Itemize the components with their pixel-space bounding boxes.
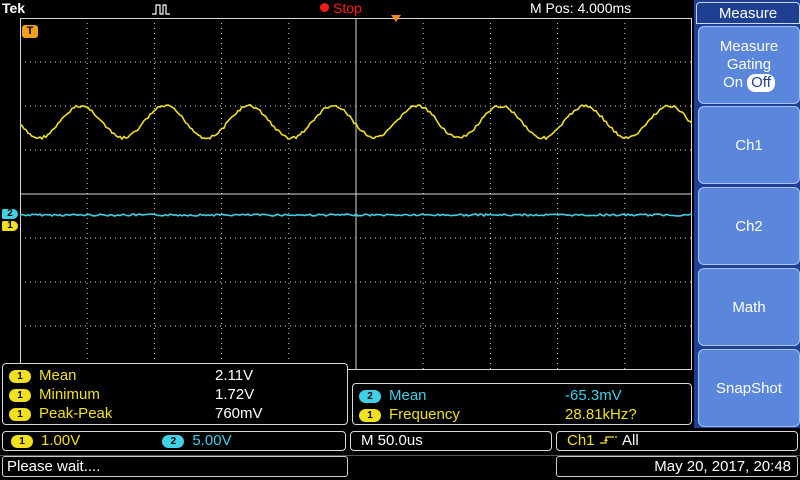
channel-1-ground-marker[interactable]: 1 bbox=[2, 221, 18, 231]
acquisition-waveform-icon bbox=[152, 4, 170, 15]
run-status: Stop bbox=[320, 0, 362, 16]
gating-off-label: Off bbox=[747, 74, 775, 92]
top-status-bar: Tek Stop M Pos: 4.000ms bbox=[0, 0, 694, 18]
channel-scale-panel[interactable]: 1 1.00V 2 5.00V bbox=[2, 431, 346, 451]
channel-2-badge: 2 bbox=[162, 435, 185, 448]
brand-label: Tek bbox=[2, 0, 26, 16]
menu-title: Measure bbox=[696, 2, 800, 24]
gating-on-label: On bbox=[723, 74, 744, 91]
measurement-value: 2.11V bbox=[215, 367, 254, 384]
measurement-panel-right: 2 Mean -65.3mV 1 Frequency 28.81kHz? bbox=[352, 383, 692, 425]
channel-2-scale: 5.00V bbox=[192, 432, 232, 449]
run-status-label: Stop bbox=[333, 0, 362, 16]
trigger-readout[interactable]: Ch1 All bbox=[556, 431, 798, 451]
stop-indicator-icon bbox=[320, 3, 329, 12]
measurement-value: 1.72V bbox=[215, 386, 255, 403]
channel-1-badge: 1 bbox=[9, 389, 31, 402]
channel-1-badge: 1 bbox=[9, 408, 31, 421]
measurement-name: Mean bbox=[39, 367, 77, 384]
measurement-value: 28.81kHz? bbox=[565, 406, 637, 423]
measurement-value: -65.3mV bbox=[565, 387, 622, 404]
measurement-row: 1 Minimum bbox=[9, 385, 100, 405]
trigger-level-marker[interactable]: T bbox=[22, 25, 38, 38]
graticule-grid bbox=[20, 18, 692, 370]
measure-gating-button[interactable]: Measure Gating On Off bbox=[698, 26, 800, 104]
measurement-row: 1 Mean bbox=[9, 366, 77, 386]
date-time: May 20, 2017, 20:48 bbox=[556, 456, 798, 477]
timebase-readout[interactable]: M 50.0us bbox=[350, 431, 552, 451]
measurement-row: 1 Frequency bbox=[359, 405, 460, 425]
horizontal-position-readout: M Pos: 4.000ms bbox=[530, 0, 632, 16]
measurement-value: 760mV bbox=[215, 405, 263, 422]
measure-math-button[interactable]: Math bbox=[698, 268, 800, 346]
channel-1-badge: 1 bbox=[11, 435, 33, 448]
gating-toggle[interactable]: On Off bbox=[723, 74, 775, 92]
measurement-row: 2 Mean bbox=[359, 386, 427, 406]
channel-2-badge: 2 bbox=[359, 390, 381, 403]
channel-1-scale: 1.00V bbox=[41, 432, 81, 449]
channel-2-ground-marker[interactable]: 2 bbox=[2, 209, 18, 219]
channel-1-badge: 1 bbox=[359, 409, 381, 422]
measurement-name: Frequency bbox=[389, 406, 460, 423]
measurement-name: Minimum bbox=[39, 386, 100, 403]
trigger-source: Ch1 bbox=[567, 432, 595, 449]
trigger-edge-icon bbox=[599, 436, 618, 444]
measurement-row: 1 Peak-Peak bbox=[9, 404, 112, 424]
channel-1-badge: 1 bbox=[9, 370, 31, 383]
trigger-position-marker-icon[interactable] bbox=[390, 14, 402, 24]
trigger-mode: All bbox=[622, 432, 639, 449]
status-message: Please wait.... bbox=[2, 456, 348, 477]
measure-snapshot-button[interactable]: SnapShot bbox=[698, 349, 800, 427]
measure-ch1-button[interactable]: Ch1 bbox=[698, 106, 800, 184]
gating-label-line2: Gating bbox=[726, 56, 772, 73]
waveform-display[interactable] bbox=[20, 18, 692, 370]
measurement-name: Peak-Peak bbox=[39, 405, 113, 422]
measurement-panel-left: 1 Mean 2.11V 1 Minimum 1.72V 1 Peak-Peak 76… bbox=[2, 363, 348, 425]
gating-label-line1: Measure bbox=[719, 38, 779, 55]
measure-ch2-button[interactable]: Ch2 bbox=[698, 187, 800, 265]
measurement-name: Mean bbox=[389, 387, 427, 404]
